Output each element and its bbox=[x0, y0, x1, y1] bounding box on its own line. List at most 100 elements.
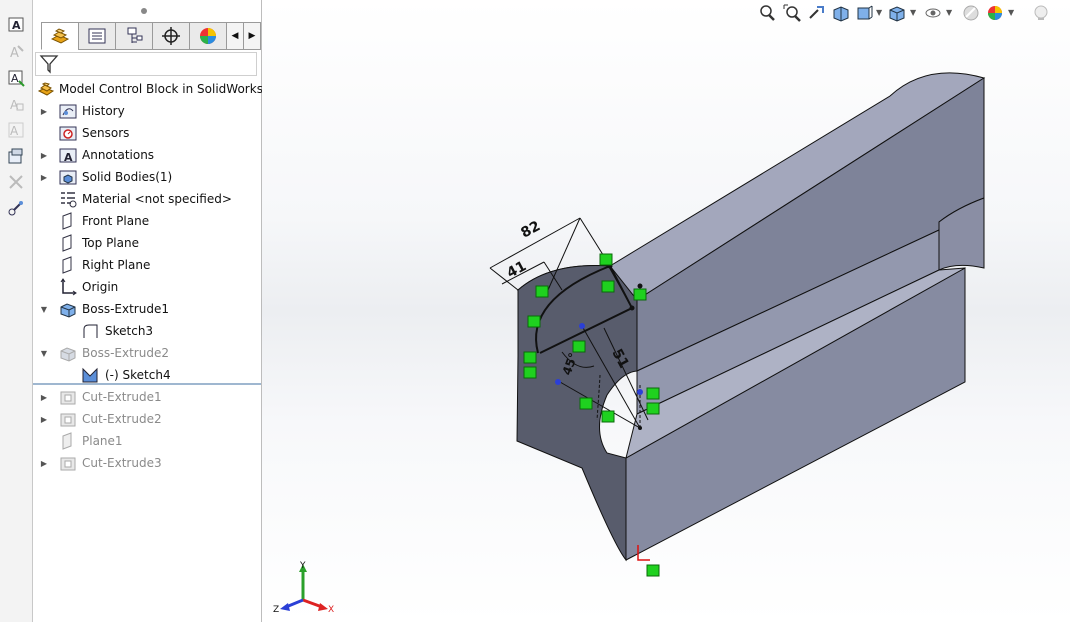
tree-label: Sketch3 bbox=[105, 324, 154, 338]
dimension-82[interactable]: 82 bbox=[518, 218, 543, 241]
property-manager-icon bbox=[88, 28, 106, 44]
part-icon bbox=[37, 82, 55, 96]
tree-item-top-plane[interactable]: Top Plane bbox=[33, 232, 261, 254]
rollback-bar[interactable] bbox=[33, 383, 261, 385]
plane-icon bbox=[62, 256, 72, 274]
tree-item-sensors[interactable]: Sensors bbox=[33, 122, 261, 144]
panel-grip[interactable] bbox=[141, 8, 147, 14]
sensors-icon bbox=[59, 126, 77, 141]
triad-x-label: X bbox=[328, 605, 334, 615]
expand-icon[interactable]: ▶ bbox=[39, 106, 49, 116]
tree-label: Cut-Extrude2 bbox=[82, 412, 162, 426]
svg-text:A: A bbox=[12, 19, 21, 32]
triad-y-label: Y bbox=[299, 561, 306, 571]
coordinate-triad: Y X Z bbox=[273, 561, 334, 615]
tree-item-annotations[interactable]: ▶ A Annotations bbox=[33, 144, 261, 166]
tree-label: Cut-Extrude3 bbox=[82, 456, 162, 470]
collapse-icon[interactable]: ▼ bbox=[39, 348, 49, 358]
svg-text:A: A bbox=[10, 124, 19, 138]
tree-label: Top Plane bbox=[82, 236, 139, 250]
expand-icon[interactable]: ▶ bbox=[39, 172, 49, 182]
tree-label: History bbox=[82, 104, 125, 118]
tree-label: Origin bbox=[82, 280, 119, 294]
smart-dimension-icon[interactable]: A bbox=[6, 14, 26, 34]
display-manager-icon bbox=[200, 28, 216, 44]
tree-label: Right Plane bbox=[82, 258, 151, 272]
solid-bodies-icon bbox=[59, 170, 77, 185]
tree-item-sketch3[interactable]: Sketch3 bbox=[33, 320, 261, 342]
panel-tabs: ◀ ▶ bbox=[41, 22, 261, 50]
cut-extrude-icon bbox=[60, 391, 76, 405]
configuration-manager-icon bbox=[127, 27, 143, 43]
sketch-icon bbox=[82, 367, 98, 383]
datum-feature-icon[interactable] bbox=[6, 198, 26, 218]
tree-label: Front Plane bbox=[82, 214, 150, 228]
boss-extrude-icon bbox=[60, 347, 76, 362]
tree-label: Cut-Extrude1 bbox=[82, 390, 162, 404]
triad-z-label: Z bbox=[273, 605, 279, 615]
expand-icon[interactable]: ▶ bbox=[39, 414, 49, 424]
tree-item-material[interactable]: Material <not specified> bbox=[33, 188, 261, 210]
tree-label: Plane1 bbox=[82, 434, 123, 448]
tab-display-manager[interactable] bbox=[189, 22, 227, 50]
left-toolbar: A A A A A bbox=[0, 0, 33, 622]
plane-icon bbox=[62, 212, 72, 230]
dimension-41[interactable]: 41 bbox=[504, 258, 529, 281]
balloon-icon[interactable]: A bbox=[6, 94, 26, 114]
tree-label: Solid Bodies(1) bbox=[82, 170, 173, 184]
annotations-icon: A bbox=[59, 148, 77, 164]
collapse-icon[interactable]: ▼ bbox=[39, 304, 49, 314]
tree-item-boss-extrude1[interactable]: ▼ Boss-Extrude1 bbox=[33, 298, 261, 320]
tree-label: Sensors bbox=[82, 126, 130, 140]
origin-icon bbox=[60, 278, 77, 296]
plane-icon bbox=[62, 432, 72, 450]
tree-item-cut-extrude1[interactable]: ▶ Cut-Extrude1 bbox=[33, 386, 261, 408]
graphics-viewport[interactable]: ▼ ▼ ▼ ▼ 82 41 51 45° Y X Z bbox=[262, 0, 1070, 622]
tree-item-cut-extrude2[interactable]: ▶ Cut-Extrude2 bbox=[33, 408, 261, 430]
history-folder-icon bbox=[59, 104, 77, 119]
tabs-scroll-right[interactable]: ▶ bbox=[243, 22, 261, 50]
svg-text:A: A bbox=[64, 151, 73, 164]
expand-icon[interactable]: ▶ bbox=[39, 150, 49, 160]
tree-item-solid-bodies[interactable]: ▶ Solid Bodies(1) bbox=[33, 166, 261, 188]
tab-property-manager[interactable] bbox=[78, 22, 116, 50]
geometric-tolerance-icon[interactable] bbox=[6, 172, 26, 192]
sketch-icon bbox=[83, 324, 98, 338]
tree-item-cut-extrude3[interactable]: ▶ Cut-Extrude3 bbox=[33, 452, 261, 474]
cut-extrude-icon bbox=[60, 457, 76, 471]
tree-item-history[interactable]: ▶ History bbox=[33, 100, 261, 122]
tree-item-boss-extrude2[interactable]: ▼ Boss-Extrude2 bbox=[33, 342, 261, 364]
tree-label: Boss-Extrude1 bbox=[82, 302, 169, 316]
note-icon[interactable]: A bbox=[6, 42, 26, 62]
tab-configuration-manager[interactable] bbox=[115, 22, 153, 50]
tabs-scroll-left[interactable]: ◀ bbox=[226, 22, 244, 50]
tab-feature-manager[interactable] bbox=[41, 22, 79, 50]
feature-manager-panel: ◀ ▶ Model Control Block in SolidWorks (D… bbox=[33, 0, 281, 622]
cut-extrude-icon bbox=[60, 413, 76, 427]
auto-balloon-icon[interactable]: A bbox=[6, 68, 26, 88]
tree-label: Boss-Extrude2 bbox=[82, 346, 169, 360]
tree-root-label: Model Control Block in SolidWorks (D bbox=[59, 82, 281, 96]
weld-symbol-icon[interactable] bbox=[6, 146, 26, 166]
tree-item-right-plane[interactable]: Right Plane bbox=[33, 254, 261, 276]
expand-icon[interactable]: ▶ bbox=[39, 392, 49, 402]
surface-finish-icon[interactable]: A bbox=[6, 120, 26, 140]
tree-filter-bar[interactable] bbox=[35, 52, 257, 76]
dimxpert-icon bbox=[162, 27, 180, 45]
tree-item-origin[interactable]: Origin bbox=[33, 276, 261, 298]
tree-item-plane1[interactable]: Plane1 bbox=[33, 430, 261, 452]
filter-icon bbox=[39, 55, 59, 74]
svg-text:A: A bbox=[10, 46, 19, 61]
material-icon bbox=[61, 192, 77, 208]
tab-dimxpert-manager[interactable] bbox=[152, 22, 190, 50]
model-view[interactable]: 82 41 51 45° bbox=[262, 0, 1070, 622]
tree-label: Annotations bbox=[82, 148, 155, 162]
tree-root[interactable]: Model Control Block in SolidWorks (D bbox=[33, 78, 281, 100]
tree-item-front-plane[interactable]: Front Plane bbox=[33, 210, 261, 232]
svg-text:A: A bbox=[11, 72, 19, 85]
expand-icon[interactable]: ▶ bbox=[39, 458, 49, 468]
feature-manager-icon bbox=[50, 28, 70, 44]
plane-icon bbox=[62, 234, 72, 252]
tree-label: (-) Sketch4 bbox=[105, 368, 171, 382]
boss-extrude-icon bbox=[60, 303, 76, 318]
